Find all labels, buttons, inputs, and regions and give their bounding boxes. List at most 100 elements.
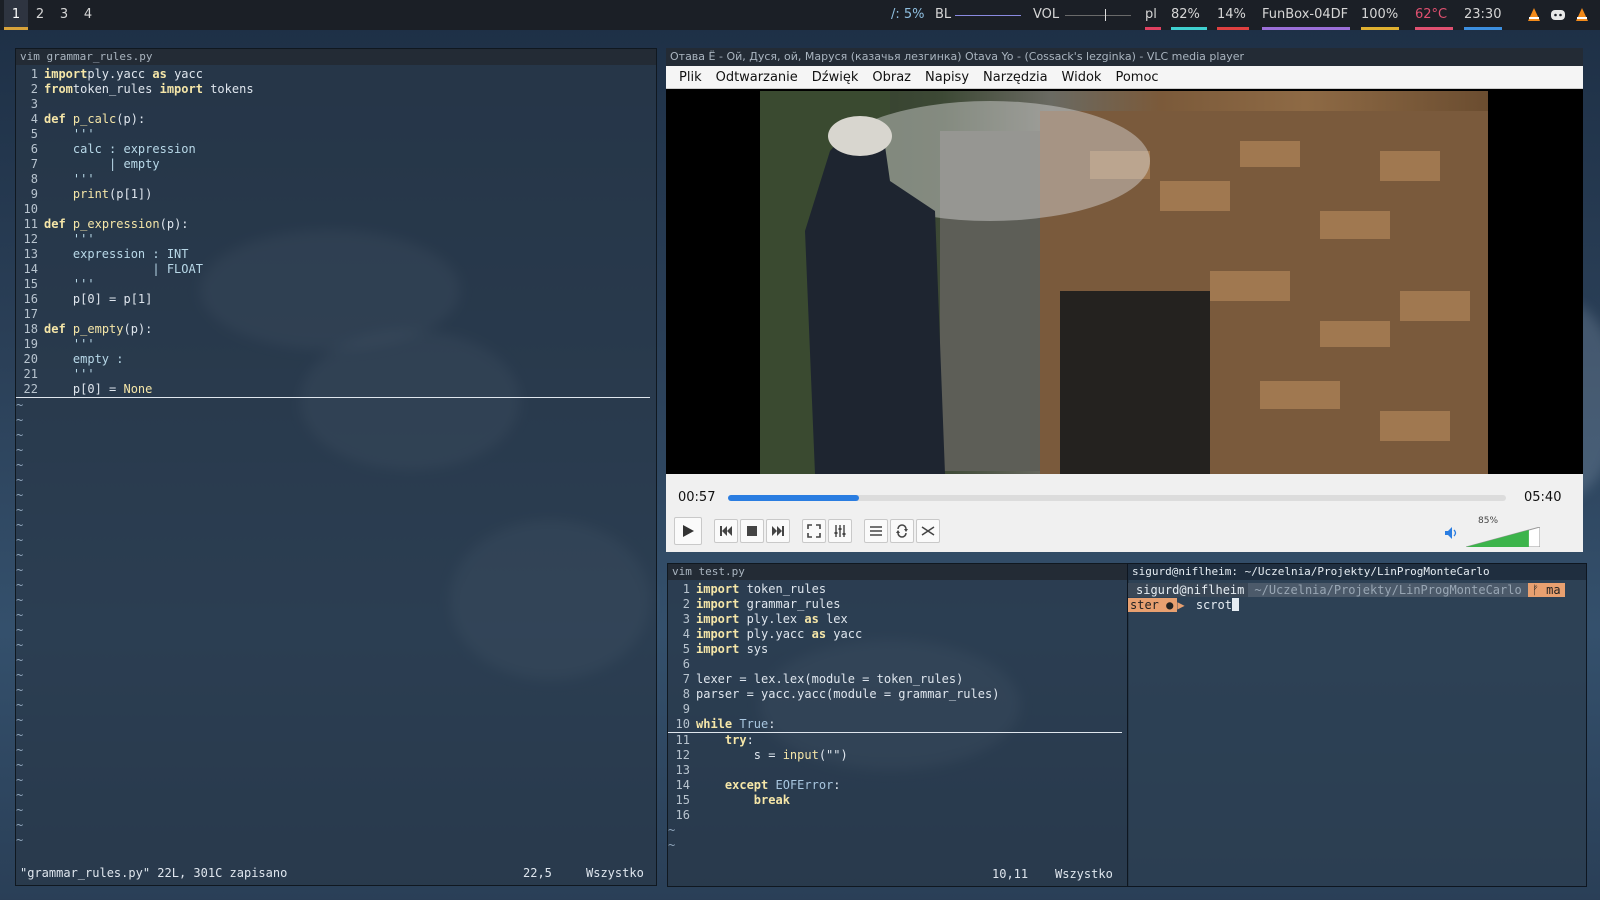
code-line[interactable]: 14 | FLOAT bbox=[16, 262, 656, 277]
code-token: def bbox=[44, 322, 66, 336]
menu-napisy[interactable]: Napisy bbox=[918, 70, 976, 85]
code-token: yacc bbox=[826, 627, 863, 641]
code-line[interactable]: 3 bbox=[16, 97, 656, 112]
menu-dzwiek[interactable]: Dźwięk bbox=[805, 70, 866, 85]
code-line[interactable]: 5 ''' bbox=[16, 127, 656, 142]
video-area[interactable] bbox=[666, 89, 1583, 474]
code-line[interactable]: 1 importply.yacc as yacc bbox=[16, 67, 656, 82]
menu-obraz[interactable]: Obraz bbox=[865, 70, 918, 85]
vim-window-grammar-rules[interactable]: vim grammar_rules.py 1 importply.yacc as … bbox=[15, 48, 657, 886]
menu-widok[interactable]: Widok bbox=[1055, 70, 1109, 85]
code-line[interactable]: 4 import ply.yacc as yacc bbox=[668, 627, 1128, 642]
vlc-window[interactable]: Отава Ё - Ой, Дуся, ой, Маруся (казачья … bbox=[666, 48, 1583, 552]
video-frame bbox=[760, 91, 1488, 474]
code-editor[interactable]: 1 importply.yacc as yacc 2 fromtoken_rules … bbox=[16, 65, 656, 848]
volume-slider[interactable] bbox=[1466, 527, 1540, 547]
code-line[interactable]: 15 ''' bbox=[16, 277, 656, 292]
code-token: token_rules bbox=[72, 82, 160, 96]
code-line[interactable]: 10 bbox=[16, 202, 656, 217]
code-token: import bbox=[696, 612, 740, 626]
code-line[interactable]: 3 import ply.lex as lex bbox=[668, 612, 1128, 627]
empty-line-marker: ~ bbox=[16, 758, 24, 772]
previous-icon bbox=[720, 526, 732, 536]
workspace-4[interactable]: 4 bbox=[76, 0, 100, 30]
loop-button[interactable] bbox=[890, 519, 914, 543]
workspace-2[interactable]: 2 bbox=[28, 0, 52, 30]
line-number: 3 bbox=[30, 97, 38, 111]
code-line[interactable]: 6 bbox=[668, 657, 1128, 672]
menu-pomoc[interactable]: Pomoc bbox=[1108, 70, 1165, 85]
cursor-position: 22,5 bbox=[523, 866, 552, 880]
discord-icon[interactable] bbox=[1550, 7, 1566, 23]
menu-plik[interactable]: Plik bbox=[672, 70, 709, 85]
vlc-icon[interactable] bbox=[1574, 7, 1590, 23]
code-line[interactable]: 20 empty : bbox=[16, 352, 656, 367]
code-line[interactable]: 11 def p_expression(p): bbox=[16, 217, 656, 232]
code-token: sys bbox=[739, 642, 769, 656]
code-line[interactable]: 8 parser = yacc.yacc(module = grammar_rul… bbox=[668, 687, 1128, 702]
code-line[interactable]: 18 def p_empty(p): bbox=[16, 322, 656, 337]
seek-bar-fill bbox=[728, 495, 859, 501]
code-line[interactable]: 22 p[0] = None bbox=[16, 382, 650, 398]
code-line[interactable]: 12 s = input("") bbox=[668, 748, 1128, 763]
code-line[interactable]: 9 bbox=[668, 702, 1128, 717]
code-line[interactable]: 5 import sys bbox=[668, 642, 1128, 657]
code-line[interactable]: 1 import token_rules bbox=[668, 582, 1128, 597]
code-line[interactable]: 2 import grammar_rules bbox=[668, 597, 1128, 612]
scroll-position: Wszystko bbox=[586, 866, 644, 880]
fullscreen-button[interactable] bbox=[802, 519, 826, 543]
code-line[interactable]: 2 fromtoken_rules import tokens bbox=[16, 82, 656, 97]
extended-settings-button[interactable] bbox=[828, 519, 852, 543]
workspace-1[interactable]: 1 bbox=[4, 0, 28, 30]
code-line[interactable]: 16 bbox=[668, 808, 1128, 823]
prompt-path: ~/Uczelnia/Projekty/LinProgMonteCarlo bbox=[1248, 583, 1528, 597]
code-token: p[0] = bbox=[44, 382, 124, 396]
code-token: : bbox=[746, 733, 754, 747]
shuffle-icon bbox=[921, 526, 935, 536]
code-line[interactable]: 12 ''' bbox=[16, 232, 656, 247]
code-line[interactable]: 14 except EOFError: bbox=[668, 778, 1128, 793]
code-line[interactable]: 8 ''' bbox=[16, 172, 656, 187]
total-time: 05:40 bbox=[1524, 490, 1562, 505]
vim-window-test[interactable]: vim test.py 1 import token_rules 2 import g… bbox=[667, 563, 1129, 887]
menu-narzedzia[interactable]: Narzędzia bbox=[976, 70, 1055, 85]
code-line[interactable]: 17 bbox=[16, 307, 656, 322]
battery-text: 82% bbox=[1171, 7, 1200, 22]
code-line[interactable]: 9 print(p[1]) bbox=[16, 187, 656, 202]
code-line[interactable]: 6 calc : expression bbox=[16, 142, 656, 157]
play-button[interactable] bbox=[674, 517, 702, 545]
menu-odtwarzanie[interactable]: Odtwarzanie bbox=[709, 70, 805, 85]
code-line[interactable]: 11 try: bbox=[668, 733, 1128, 748]
workspace-3[interactable]: 3 bbox=[52, 0, 76, 30]
line-number: 7 bbox=[682, 672, 690, 686]
code-line[interactable]: 19 ''' bbox=[16, 337, 656, 352]
code-editor[interactable]: 1 import token_rules 2 import grammar_rules… bbox=[668, 580, 1128, 853]
next-button[interactable] bbox=[766, 519, 790, 543]
fullscreen-icon bbox=[807, 524, 821, 538]
code-line[interactable]: 21 ''' bbox=[16, 367, 656, 382]
seek-bar[interactable] bbox=[728, 495, 1506, 501]
backlight-slider[interactable] bbox=[955, 15, 1021, 16]
code-line[interactable]: 7 lexer = lex.lex(module = token_rules) bbox=[668, 672, 1128, 687]
stop-button[interactable] bbox=[740, 519, 764, 543]
terminal-cursor bbox=[1231, 598, 1239, 611]
code-line[interactable]: 15 break bbox=[668, 793, 1128, 808]
volume-slider-knob bbox=[1105, 9, 1106, 21]
code-line[interactable]: 16 p[0] = p[1] bbox=[16, 292, 656, 307]
playlist-button[interactable] bbox=[864, 519, 888, 543]
code-line[interactable]: 13 bbox=[668, 763, 1128, 778]
volume-slider[interactable] bbox=[1065, 15, 1131, 16]
code-line[interactable]: 7 | empty bbox=[16, 157, 656, 172]
code-line[interactable]: 10 while True: bbox=[668, 717, 1122, 733]
volume-speaker-icon[interactable] bbox=[1444, 526, 1460, 540]
code-line[interactable]: 13 expression : INT bbox=[16, 247, 656, 262]
code-token: parser = yacc.yacc(module = grammar_rule… bbox=[696, 687, 1000, 701]
vlc-icon[interactable] bbox=[1526, 7, 1542, 23]
code-line[interactable]: 4 def p_calc(p): bbox=[16, 112, 656, 127]
code-token: import bbox=[696, 582, 740, 596]
terminal-window[interactable]: sigurd@niflheim: ~/Uczelnia/Projekty/Lin… bbox=[1127, 563, 1587, 887]
previous-button[interactable] bbox=[714, 519, 738, 543]
shuffle-button[interactable] bbox=[916, 519, 940, 543]
